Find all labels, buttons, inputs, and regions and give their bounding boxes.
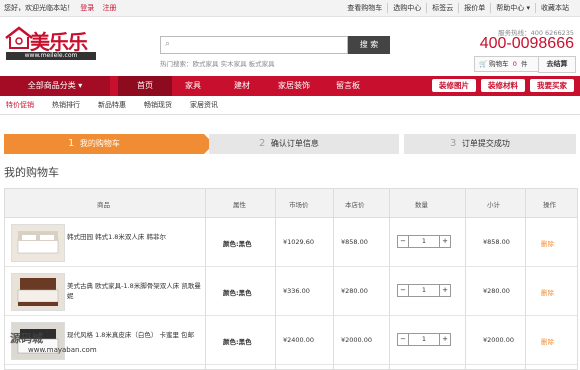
subnav-item-new-deals[interactable]: 新品特惠 <box>98 100 126 110</box>
search-icon: ⌕ <box>165 39 171 49</box>
delete-link[interactable]: 删除 <box>541 287 554 297</box>
step-cart: 1 我的购物车 <box>4 134 214 154</box>
header-action: 操作 <box>543 201 556 209</box>
subnav-item-specials[interactable]: 特价促销 <box>6 100 34 110</box>
product-name-link[interactable]: 韩式田园 韩式1.8米双人床 韩菲尔 <box>67 232 203 242</box>
page-title: 我的购物车 <box>4 166 59 179</box>
product-name-link[interactable]: 现代风格 1.8米真皮床（白色） 卡蜜里 包邮 <box>67 330 203 340</box>
table-row: 美式古典 欧式家具-1.8米脚骨架双人床 凯歌曼妮 颜色:黑色 ¥336.00 … <box>5 267 577 316</box>
top-link-view-cart[interactable]: 查看购物车 <box>342 3 387 13</box>
cart-unit: 件 <box>520 60 528 68</box>
table-header: 商品 属性 市场价 本店价 数量 小计 操作 <box>5 189 577 218</box>
nav-item-building-materials[interactable]: 建材 <box>222 76 262 96</box>
top-bar: 您好，欢迎光临本站！ 登录 注册 查看购物车 选购中心 标签云 报价单 帮助中心… <box>0 0 580 17</box>
checkout-steps: 1 我的购物车 2 确认订单信息 3 订单提交成功 <box>4 134 576 154</box>
subnav-item-in-stock[interactable]: 畅销现货 <box>144 100 172 110</box>
product-thumbnail[interactable] <box>11 224 65 262</box>
nav-item-guestbook[interactable]: 留言板 <box>326 76 370 96</box>
header-quantity: 数量 <box>415 201 428 209</box>
step-order-submitted: 3 订单提交成功 <box>404 134 576 154</box>
quantity-decrease-button[interactable]: − <box>398 285 409 296</box>
cart-count: 0 <box>512 60 517 68</box>
top-link-tag-cloud[interactable]: 标签云 <box>426 3 458 13</box>
market-price: ¥336.00 <box>283 287 310 295</box>
delete-link[interactable]: 删除 <box>541 336 554 346</box>
top-link-bookmark[interactable]: 收藏本站 <box>535 3 574 13</box>
search-button[interactable]: 搜 索 <box>348 36 390 54</box>
hot-search-words[interactable]: 热门搜索：欧式家具 实木家具 板式家具 <box>160 58 275 68</box>
quantity-input[interactable]: 1 <box>409 236 439 247</box>
store-price: ¥2000.00 <box>341 336 373 344</box>
main-nav: 全部商品分类 ▾ 首页 家具 建材 家居装饰 留言板 装修图片 装修材料 我要买… <box>0 76 580 96</box>
top-link-shopping-center[interactable]: 选购中心 <box>387 3 426 13</box>
decor-materials-button[interactable]: 装修材料 <box>481 79 525 92</box>
subnav-item-bestsellers[interactable]: 热销排行 <box>52 100 80 110</box>
table-row: 韩式田园 韩式1.8米双人床 韩菲尔 颜色:黑色 ¥1029.60 ¥858.0… <box>5 218 577 267</box>
decor-pictures-button[interactable]: 装修图片 <box>432 79 476 92</box>
product-attribute: 颜色:黑色 <box>223 240 252 248</box>
header-product: 商品 <box>97 201 110 209</box>
row-subtotal: ¥280.00 <box>483 287 510 295</box>
quantity-increase-button[interactable]: + <box>439 334 450 345</box>
greeting-text: 您好，欢迎光临本站！ <box>4 4 74 12</box>
step-confirm-order: 2 确认订单信息 <box>209 134 399 154</box>
service-phone: 400-0098666 <box>479 35 574 52</box>
top-link-help-center[interactable]: 帮助中心 ▾ <box>490 3 535 13</box>
top-greeting-area: 您好，欢迎光临本站！ 登录 注册 <box>4 3 116 13</box>
header-attribute: 属性 <box>233 201 246 209</box>
nav-item-home-decor[interactable]: 家居装饰 <box>268 76 320 96</box>
search-input[interactable]: ⌕ <box>160 36 348 54</box>
logo-url-text: www.meilele.com <box>6 52 96 60</box>
product-thumbnail[interactable] <box>11 273 65 311</box>
row-subtotal: ¥858.00 <box>483 238 510 246</box>
step-number: 3 <box>450 138 457 149</box>
watermark-text: 源码城 <box>10 332 43 345</box>
cart-table: 商品 属性 市场价 本店价 数量 小计 操作 韩式田园 韩式1.8米双人床 韩菲… <box>4 188 578 370</box>
store-price: ¥280.00 <box>341 287 368 295</box>
all-categories-dropdown[interactable]: 全部商品分类 ▾ <box>0 76 110 96</box>
login-link[interactable]: 登录 <box>80 4 94 12</box>
quantity-input[interactable]: 1 <box>409 334 439 345</box>
buy-home-button[interactable]: 我要买家 <box>530 79 574 92</box>
step-label: 我的购物车 <box>79 139 120 148</box>
quantity-increase-button[interactable]: + <box>439 236 450 247</box>
header-subtotal: 小计 <box>487 201 500 209</box>
table-row: 现代风格 1.8米真皮床（白色） 卡蜜里 包邮 颜色:黑色 ¥2400.00 ¥… <box>5 316 577 365</box>
step-label: 订单提交成功 <box>461 139 510 148</box>
quantity-stepper: − 1 + <box>397 333 451 346</box>
cart-label: 购物车 <box>489 60 509 68</box>
quantity-decrease-button[interactable]: − <box>398 236 409 247</box>
nav-item-furniture[interactable]: 家具 <box>176 76 210 96</box>
store-price: ¥858.00 <box>341 238 368 246</box>
product-attribute: 颜色:黑色 <box>223 289 252 297</box>
site-logo[interactable]: 美乐乐 www.meilele.com <box>4 22 104 64</box>
checkout-button[interactable]: 去结算 <box>538 56 576 73</box>
row-subtotal: ¥2000.00 <box>483 336 515 344</box>
market-price: ¥1029.60 <box>283 238 315 246</box>
quantity-increase-button[interactable]: + <box>439 285 450 296</box>
cart-summary[interactable]: 🛒 购物车 0 件 <box>474 56 542 72</box>
top-links: 查看购物车 选购中心 标签云 报价单 帮助中心 ▾ 收藏本站 <box>342 3 574 13</box>
register-link[interactable]: 注册 <box>102 4 116 12</box>
quantity-stepper: − 1 + <box>397 284 451 297</box>
step-number: 1 <box>68 138 75 149</box>
quantity-stepper: − 1 + <box>397 235 451 248</box>
cart-icon: 🛒 <box>479 60 488 68</box>
delete-link[interactable]: 删除 <box>541 238 554 248</box>
nav-item-home[interactable]: 首页 <box>118 76 172 96</box>
product-attribute: 颜色:黑色 <box>223 338 252 346</box>
sub-nav: 特价促销 热销排行 新品特惠 畅销现货 家居资讯 <box>0 96 580 115</box>
quantity-decrease-button[interactable]: − <box>398 334 409 345</box>
market-price: ¥2400.00 <box>283 336 315 344</box>
watermark-url: www.mayaban.com <box>28 346 97 354</box>
top-link-quote[interactable]: 报价单 <box>458 3 490 13</box>
step-label: 确认订单信息 <box>270 139 319 148</box>
logo-brand-text: 美乐乐 <box>30 30 88 54</box>
subnav-item-news[interactable]: 家居资讯 <box>190 100 218 110</box>
step-number: 2 <box>259 138 266 149</box>
header-market-price: 市场价 <box>289 201 309 209</box>
quantity-input[interactable]: 1 <box>409 285 439 296</box>
header-store-price: 本店价 <box>345 201 365 209</box>
product-name-link[interactable]: 美式古典 欧式家具-1.8米脚骨架双人床 凯歌曼妮 <box>67 281 203 301</box>
